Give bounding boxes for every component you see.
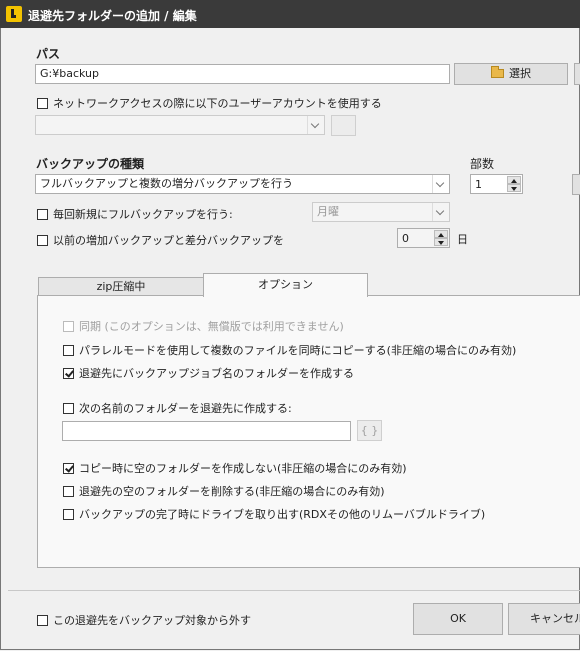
app-logo-icon <box>6 6 22 22</box>
backup-type-label: バックアップの種類 <box>36 157 145 171</box>
no-empty-folder-label: コピー時に空のフォルダーを作成しない(非圧縮の場合にのみ有効) <box>79 462 407 475</box>
network-account-label: ネットワークアクセスの際に以下のユーザーアカウントを使用する <box>53 97 382 110</box>
extra-button[interactable] <box>574 63 580 85</box>
folder-icon <box>491 66 504 78</box>
account-edit-button[interactable] <box>331 115 356 136</box>
chevron-down-icon <box>432 175 449 193</box>
backup-type-value: フルバックアップと複数の増分バックアップを行う <box>40 177 293 190</box>
days-unit: 日 <box>457 233 468 246</box>
path-input[interactable]: G:¥backup <box>35 64 450 84</box>
checkbox-box <box>63 508 74 520</box>
title-bar: 退避先フォルダーの追加 / 編集 <box>0 0 580 28</box>
copies-stepper[interactable]: 1 <box>470 174 523 194</box>
checkbox-box <box>37 234 48 246</box>
checkbox-box <box>37 97 48 109</box>
jobname-folder-label: 退避先にバックアップジョブ名のフォルダーを作成する <box>79 367 354 380</box>
spin-up-icon[interactable] <box>507 176 521 184</box>
days-stepper[interactable]: 0 <box>397 228 450 248</box>
tab-zip[interactable]: zip圧縮中 <box>38 277 204 296</box>
chevron-down-icon <box>307 116 324 134</box>
path-label: パス <box>36 47 61 61</box>
delete-empty-label: 退避先の空のフォルダーを削除する(非圧縮の場合にのみ有効) <box>79 485 385 498</box>
exclude-label: この退避先をバックアップ対象から外す <box>53 614 251 627</box>
named-folder-label: 次の名前のフォルダーを退避先に作成する: <box>79 402 292 415</box>
network-account-checkbox[interactable]: ネットワークアクセスの際に以下のユーザーアカウントを使用する <box>37 95 382 111</box>
parallel-checkbox[interactable]: パラレルモードを使用して複数のファイルを同時にコピーする(非圧縮の場合にのみ有効… <box>63 342 516 358</box>
weekday-select[interactable]: 月曜 <box>312 202 450 222</box>
checkbox-box <box>63 320 74 332</box>
account-select[interactable] <box>35 115 325 135</box>
checkbox-box <box>63 344 74 356</box>
footer-divider <box>8 590 580 591</box>
tab-options[interactable]: オプション <box>203 273 368 297</box>
checkbox-box <box>63 367 74 379</box>
spin-buttons <box>434 230 448 246</box>
sync-label: 同期 (このオプションは、無償版では利用できません) <box>79 320 344 333</box>
weekday-value: 月曜 <box>317 205 339 218</box>
checkbox-box <box>63 485 74 497</box>
full-each-new-label: 毎回新規にフルバックアップを行う: <box>53 208 233 221</box>
checkbox-box <box>37 208 48 220</box>
spin-down-icon[interactable] <box>434 238 448 246</box>
days-value: 0 <box>402 232 409 245</box>
full-each-new-checkbox[interactable]: 毎回新規にフルバックアップを行う: <box>37 206 233 222</box>
exclude-checkbox[interactable]: この退避先をバックアップ対象から外す <box>37 612 251 628</box>
eject-checkbox[interactable]: バックアップの完了時にドライブを取り出す(RDXその他のリムーバブルドライブ) <box>63 506 485 522</box>
spin-buttons <box>507 176 521 192</box>
browse-button[interactable]: 選択 <box>454 63 568 85</box>
delete-empty-checkbox[interactable]: 退避先の空のフォルダーを削除する(非圧縮の場合にのみ有効) <box>63 483 385 499</box>
no-empty-folder-checkbox[interactable]: コピー時に空のフォルダーを作成しない(非圧縮の場合にのみ有効) <box>63 460 407 476</box>
window-title: 退避先フォルダーの追加 / 編集 <box>28 9 197 23</box>
browse-button-label: 選択 <box>509 67 531 80</box>
checkbox-box <box>63 402 74 414</box>
eject-label: バックアップの完了時にドライブを取り出す(RDXその他のリムーバブルドライブ) <box>79 508 486 521</box>
ok-button[interactable]: OK <box>413 603 503 635</box>
spin-down-icon[interactable] <box>507 184 521 192</box>
checkbox-box <box>37 614 48 626</box>
named-folder-checkbox[interactable]: 次の名前のフォルダーを退避先に作成する: <box>63 400 292 416</box>
cancel-button[interactable]: キャンセル <box>508 603 580 635</box>
prev-incremental-checkbox[interactable]: 以前の増加バックアップと差分バックアップを <box>37 232 284 248</box>
named-folder-input[interactable] <box>62 421 351 441</box>
spin-up-icon[interactable] <box>434 230 448 238</box>
copies-value: 1 <box>475 178 482 191</box>
copies-label: 部数 <box>470 157 495 171</box>
checkbox-box <box>63 462 74 474</box>
copies-extra-button[interactable] <box>572 174 580 195</box>
prev-incremental-label: 以前の増加バックアップと差分バックアップを <box>53 234 284 247</box>
chevron-down-icon <box>432 203 449 221</box>
parallel-label: パラレルモードを使用して複数のファイルを同時にコピーする(非圧縮の場合にのみ有効… <box>79 344 517 357</box>
sync-checkbox[interactable]: 同期 (このオプションは、無償版では利用できません) <box>63 318 344 334</box>
macro-button[interactable]: { } <box>357 420 382 441</box>
jobname-folder-checkbox[interactable]: 退避先にバックアップジョブ名のフォルダーを作成する <box>63 365 354 381</box>
backup-type-select[interactable]: フルバックアップと複数の増分バックアップを行う <box>35 174 450 194</box>
